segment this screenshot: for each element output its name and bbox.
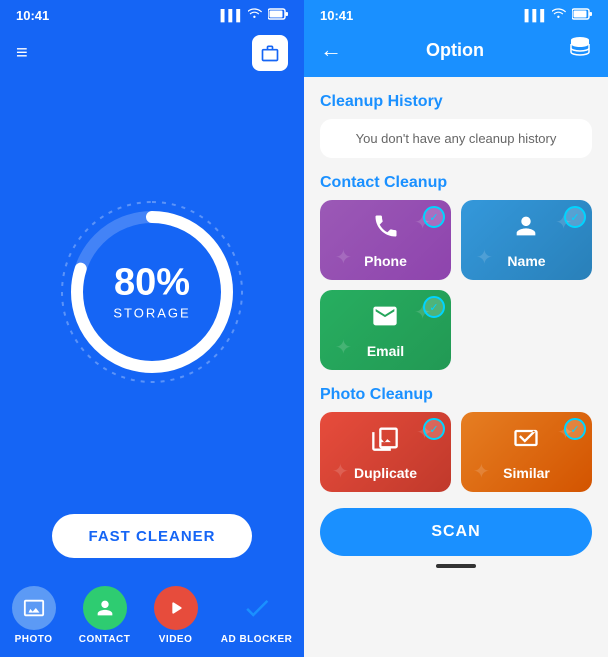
storage-percent-value: 80% [113, 263, 190, 301]
nav-item-photo[interactable]: PHOTO [12, 586, 56, 645]
name-card-label: Name [507, 253, 545, 269]
phone-card-icon [372, 212, 400, 247]
contact-icon [94, 597, 116, 619]
storage-circle: 80% STORAGE [52, 192, 252, 392]
contact-cleanup-section: Contact Cleanup ✦ ✦ Phone [320, 174, 592, 370]
wifi-icon [248, 8, 264, 23]
photo-cleanup-section: Photo Cleanup ✦ ✦ [320, 386, 592, 492]
email-card[interactable]: ✦ ✦ Email ✓ [320, 290, 451, 370]
bottom-nav: PHOTO CONTACT VIDEO [0, 578, 304, 657]
email-card-icon [371, 302, 399, 337]
duplicate-card-label: Duplicate [354, 465, 417, 481]
photo-nav-label: PHOTO [15, 634, 53, 645]
storage-info: 80% STORAGE [113, 263, 190, 320]
fast-cleaner-label: FAST CLEANER [88, 528, 215, 545]
name-card-icon [512, 212, 540, 247]
photo-cards-grid: ✦ ✦ Duplicate ✓ [320, 412, 592, 492]
nav-item-video[interactable]: VIDEO [154, 586, 198, 645]
adblocker-nav-label: AD BLOCKER [221, 634, 293, 645]
contact-nav-label: CONTACT [79, 634, 131, 645]
right-battery-icon [572, 8, 592, 23]
email-card-content: Email [367, 302, 404, 359]
suitcase-icon [260, 43, 280, 63]
similar-card[interactable]: ✦ ✦ Similar ✓ [461, 412, 592, 492]
menu-icon[interactable]: ≡ [16, 42, 28, 65]
contact-cards-grid: ✦ ✦ Phone ✓ [320, 200, 592, 280]
email-check-badge: ✓ [423, 296, 445, 318]
left-status-bar: 10:41 ▌▌▌ [0, 0, 304, 27]
nav-item-contact[interactable]: CONTACT [79, 586, 131, 645]
name-card[interactable]: ✦ ✦ Name ✓ [461, 200, 592, 280]
name-check-badge: ✓ [564, 206, 586, 228]
right-wifi-icon [552, 8, 568, 23]
name-card-content: Name [507, 212, 545, 269]
app-icon-button[interactable] [252, 35, 288, 71]
cleanup-history-title: Cleanup History [320, 93, 592, 111]
right-time: 10:41 [320, 8, 353, 23]
photo-icon [23, 597, 45, 619]
similar-card-content: Similar [503, 424, 550, 481]
right-panel: 10:41 ▌▌▌ ← Option [304, 0, 608, 657]
duplicate-check-badge: ✓ [423, 418, 445, 440]
contact-cleanup-title: Contact Cleanup [320, 174, 592, 192]
phone-check-badge: ✓ [423, 206, 445, 228]
fast-cleaner-button[interactable]: FAST CLEANER [52, 514, 252, 558]
right-signal-icon: ▌▌▌ [525, 10, 548, 22]
similar-card-icon [512, 424, 540, 459]
similar-card-label: Similar [503, 465, 550, 481]
scan-label: SCAN [431, 523, 480, 541]
storage-label-text: STORAGE [113, 305, 190, 320]
scan-button[interactable]: SCAN [320, 508, 592, 556]
phone-card-label: Phone [364, 253, 407, 269]
right-content: Cleanup History You don't have any clean… [304, 77, 608, 657]
cleanup-history-empty: You don't have any cleanup history [336, 131, 576, 146]
contact-nav-circle [83, 586, 127, 630]
database-icon[interactable] [568, 35, 592, 65]
video-nav-circle [154, 586, 198, 630]
email-card-row: ✦ ✦ Email ✓ [320, 290, 592, 370]
photo-cleanup-title: Photo Cleanup [320, 386, 592, 404]
similar-check-badge: ✓ [564, 418, 586, 440]
video-nav-label: VIDEO [159, 634, 193, 645]
nav-item-adblocker[interactable]: AD BLOCKER [221, 586, 293, 645]
right-status-icons: ▌▌▌ [525, 8, 592, 23]
duplicate-card[interactable]: ✦ ✦ Duplicate ✓ [320, 412, 451, 492]
video-icon [165, 597, 187, 619]
right-header: ← Option [304, 27, 608, 77]
cleanup-history-card: You don't have any cleanup history [320, 119, 592, 158]
bottom-indicator [436, 564, 476, 568]
email-card-label: Email [367, 343, 404, 359]
battery-icon [268, 8, 288, 23]
left-time: 10:41 [16, 8, 49, 23]
left-status-icons: ▌▌▌ [221, 8, 288, 23]
phone-card[interactable]: ✦ ✦ Phone ✓ [320, 200, 451, 280]
back-button[interactable]: ← [320, 37, 342, 63]
signal-icon: ▌▌▌ [221, 10, 244, 22]
phone-card-content: Phone [364, 212, 407, 269]
duplicate-card-icon [371, 424, 399, 459]
storage-container: 80% STORAGE [0, 69, 304, 514]
photo-nav-circle [12, 586, 56, 630]
option-title: Option [426, 40, 484, 61]
cleanup-history-section: Cleanup History You don't have any clean… [320, 93, 592, 158]
adblocker-icon [235, 586, 279, 630]
left-panel: 10:41 ▌▌▌ ≡ [0, 0, 304, 657]
right-status-bar: 10:41 ▌▌▌ [304, 0, 608, 27]
duplicate-card-content: Duplicate [354, 424, 417, 481]
